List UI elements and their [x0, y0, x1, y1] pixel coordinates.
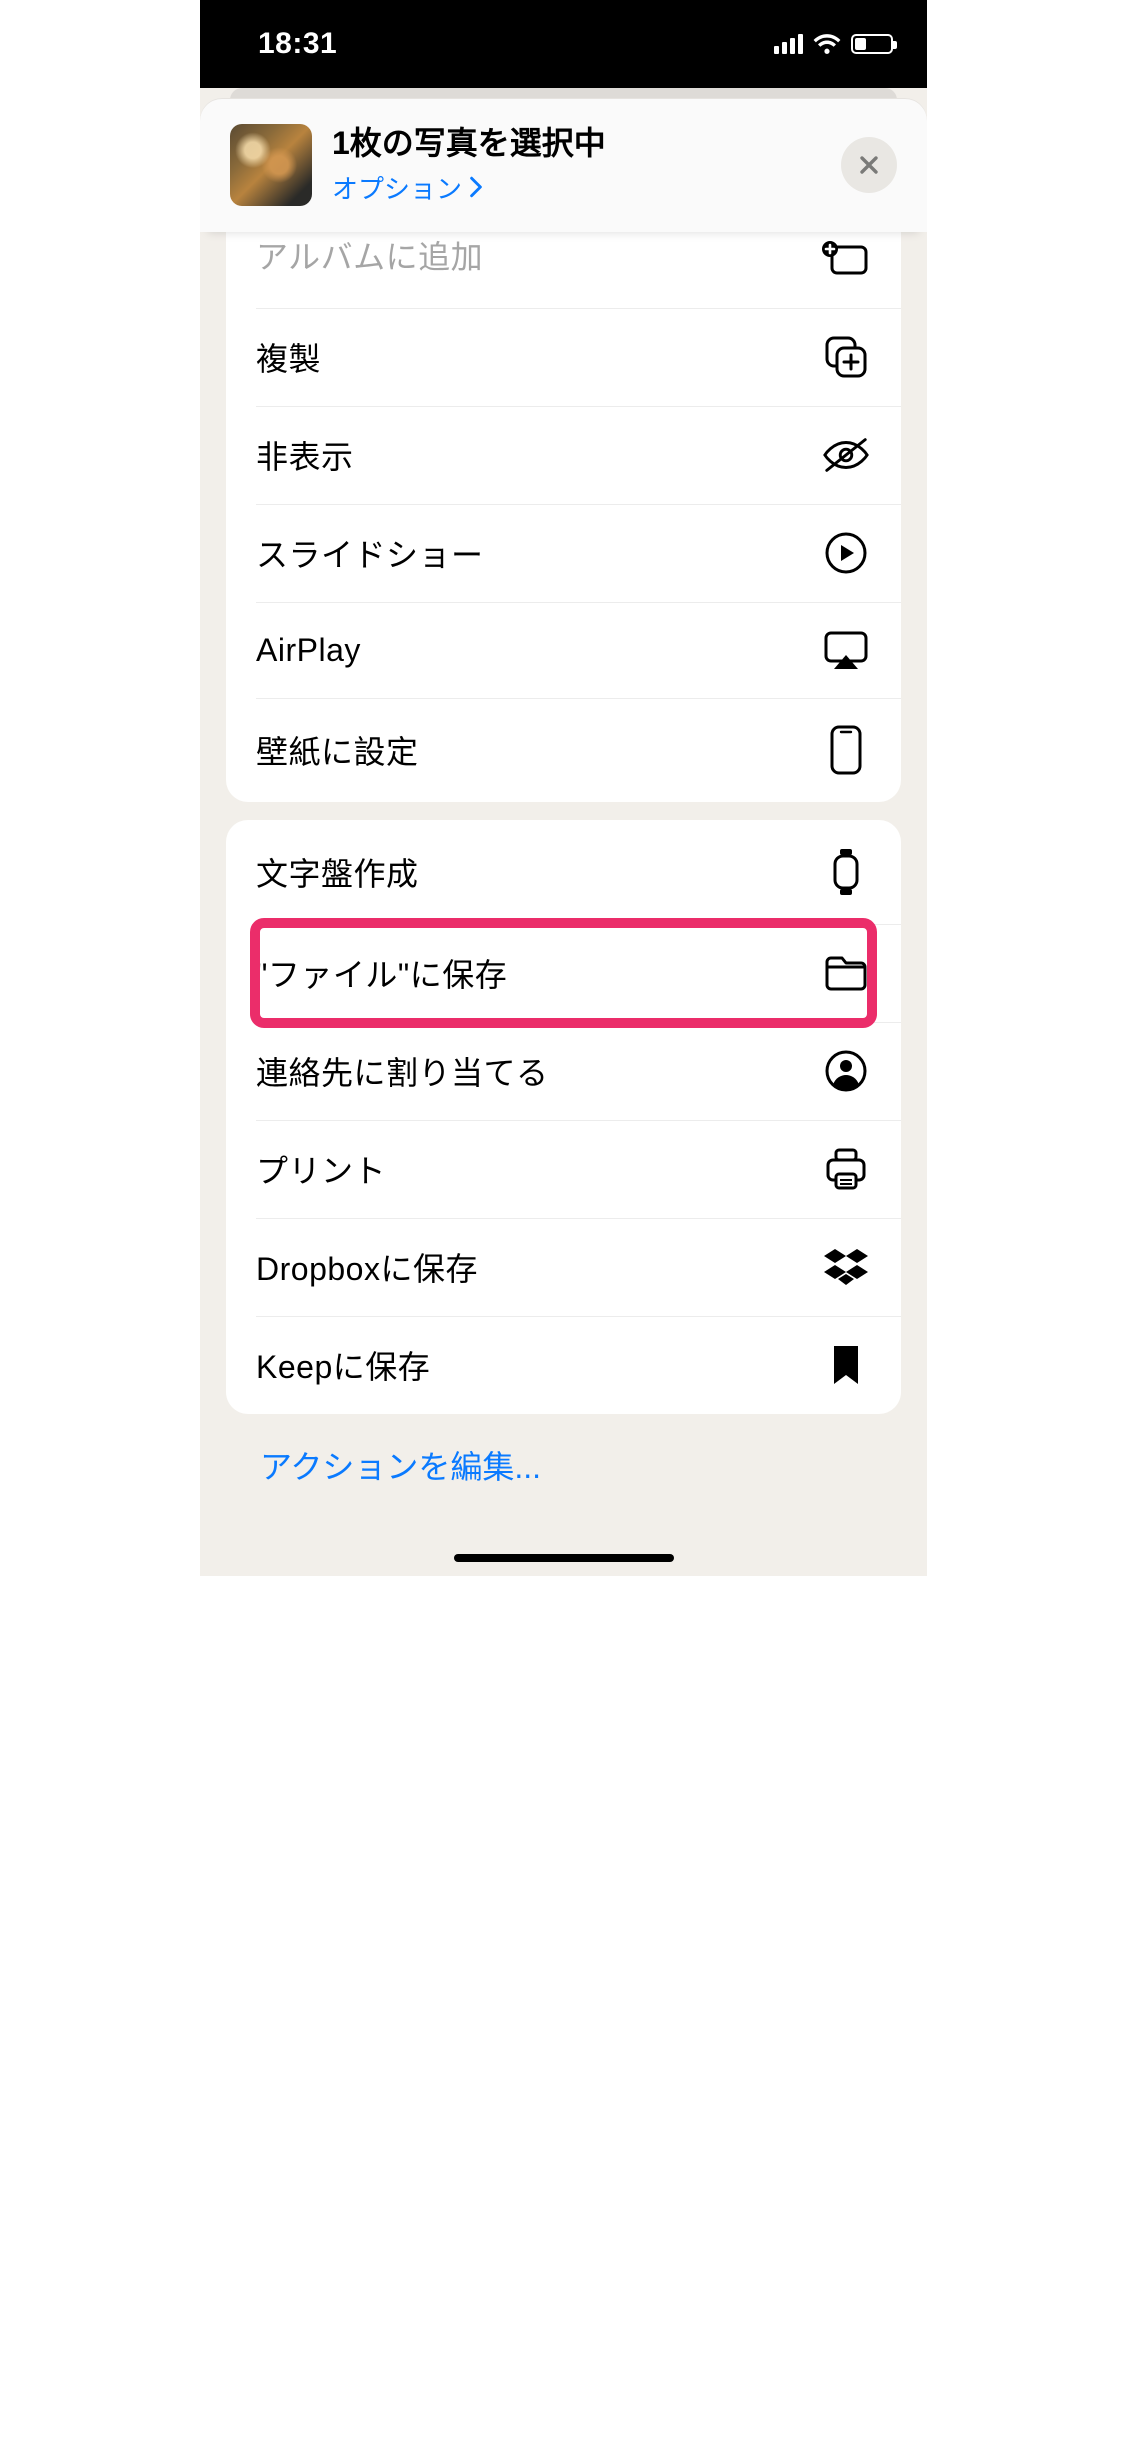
wifi-icon [813, 33, 841, 55]
action-save-dropbox[interactable]: Dropboxに保存 [226, 1218, 901, 1316]
action-group-2: 文字盤作成 "ファイル"に保存 連絡先に割り当てる [226, 820, 901, 1414]
bookmark-icon [821, 1344, 871, 1386]
printer-icon [821, 1146, 871, 1192]
options-link[interactable]: オプション [332, 169, 606, 206]
device-frame: 18:31 1枚の写真を選択中 オプション [200, 0, 927, 1576]
action-label: スライドショー [256, 530, 484, 576]
action-label: 連絡先に割り当てる [256, 1048, 549, 1094]
action-hide[interactable]: 非表示 [226, 406, 901, 504]
folder-icon [821, 953, 871, 993]
hide-icon [821, 435, 871, 475]
play-circle-icon [821, 531, 871, 575]
action-save-to-files[interactable]: "ファイル"に保存 [226, 924, 901, 1022]
iphone-icon [821, 724, 871, 776]
share-sheet: 1枚の写真を選択中 オプション アルバムに追加 [200, 88, 927, 1576]
action-duplicate[interactable]: 複製 [226, 308, 901, 406]
action-label: 壁紙に設定 [256, 727, 419, 773]
action-label: Dropboxに保存 [256, 1244, 478, 1290]
action-airplay[interactable]: AirPlay [226, 602, 901, 698]
battery-icon [851, 34, 893, 54]
status-indicators [774, 33, 893, 55]
action-label: Keepに保存 [256, 1342, 430, 1388]
close-button[interactable] [841, 137, 897, 193]
action-list-scroll[interactable]: アルバムに追加 複製 非表示 [200, 232, 927, 1528]
action-label: "ファイル"に保存 [256, 950, 507, 996]
action-label: 文字盤作成 [256, 849, 419, 895]
share-header-text: 1枚の写真を選択中 オプション [332, 124, 606, 205]
dropbox-icon [821, 1246, 871, 1288]
action-add-to-album[interactable]: アルバムに追加 [226, 232, 901, 308]
airplay-icon [821, 629, 871, 671]
statusbar: 18:31 [200, 0, 927, 88]
action-print[interactable]: プリント [226, 1120, 901, 1218]
share-title: 1枚の写真を選択中 [332, 124, 606, 162]
action-label: 非表示 [256, 432, 354, 478]
apple-watch-icon [821, 846, 871, 898]
duplicate-icon [821, 334, 871, 380]
photo-thumbnail[interactable] [230, 124, 312, 206]
action-group-1: アルバムに追加 複製 非表示 [226, 232, 901, 802]
contact-circle-icon [821, 1049, 871, 1093]
action-watch-face[interactable]: 文字盤作成 [226, 820, 901, 924]
action-label: プリント [256, 1146, 386, 1192]
status-time: 18:31 [258, 27, 337, 61]
chevron-right-icon [468, 176, 484, 198]
action-assign-contact[interactable]: 連絡先に割り当てる [226, 1022, 901, 1120]
edit-actions-link[interactable]: アクションを編集... [226, 1414, 901, 1488]
action-save-keep[interactable]: Keepに保存 [226, 1316, 901, 1414]
options-label: オプション [332, 169, 462, 206]
home-indicator[interactable] [454, 1554, 674, 1562]
edit-actions-label: アクションを編集... [260, 1449, 541, 1485]
action-wallpaper[interactable]: 壁紙に設定 [226, 698, 901, 802]
action-label: AirPlay [256, 632, 361, 669]
share-header: 1枚の写真を選択中 オプション [200, 98, 927, 232]
cellular-signal-icon [774, 34, 803, 54]
add-to-album-icon [821, 241, 871, 277]
action-label: 複製 [256, 334, 321, 380]
action-label: アルバムに追加 [256, 232, 483, 278]
action-slideshow[interactable]: スライドショー [226, 504, 901, 602]
